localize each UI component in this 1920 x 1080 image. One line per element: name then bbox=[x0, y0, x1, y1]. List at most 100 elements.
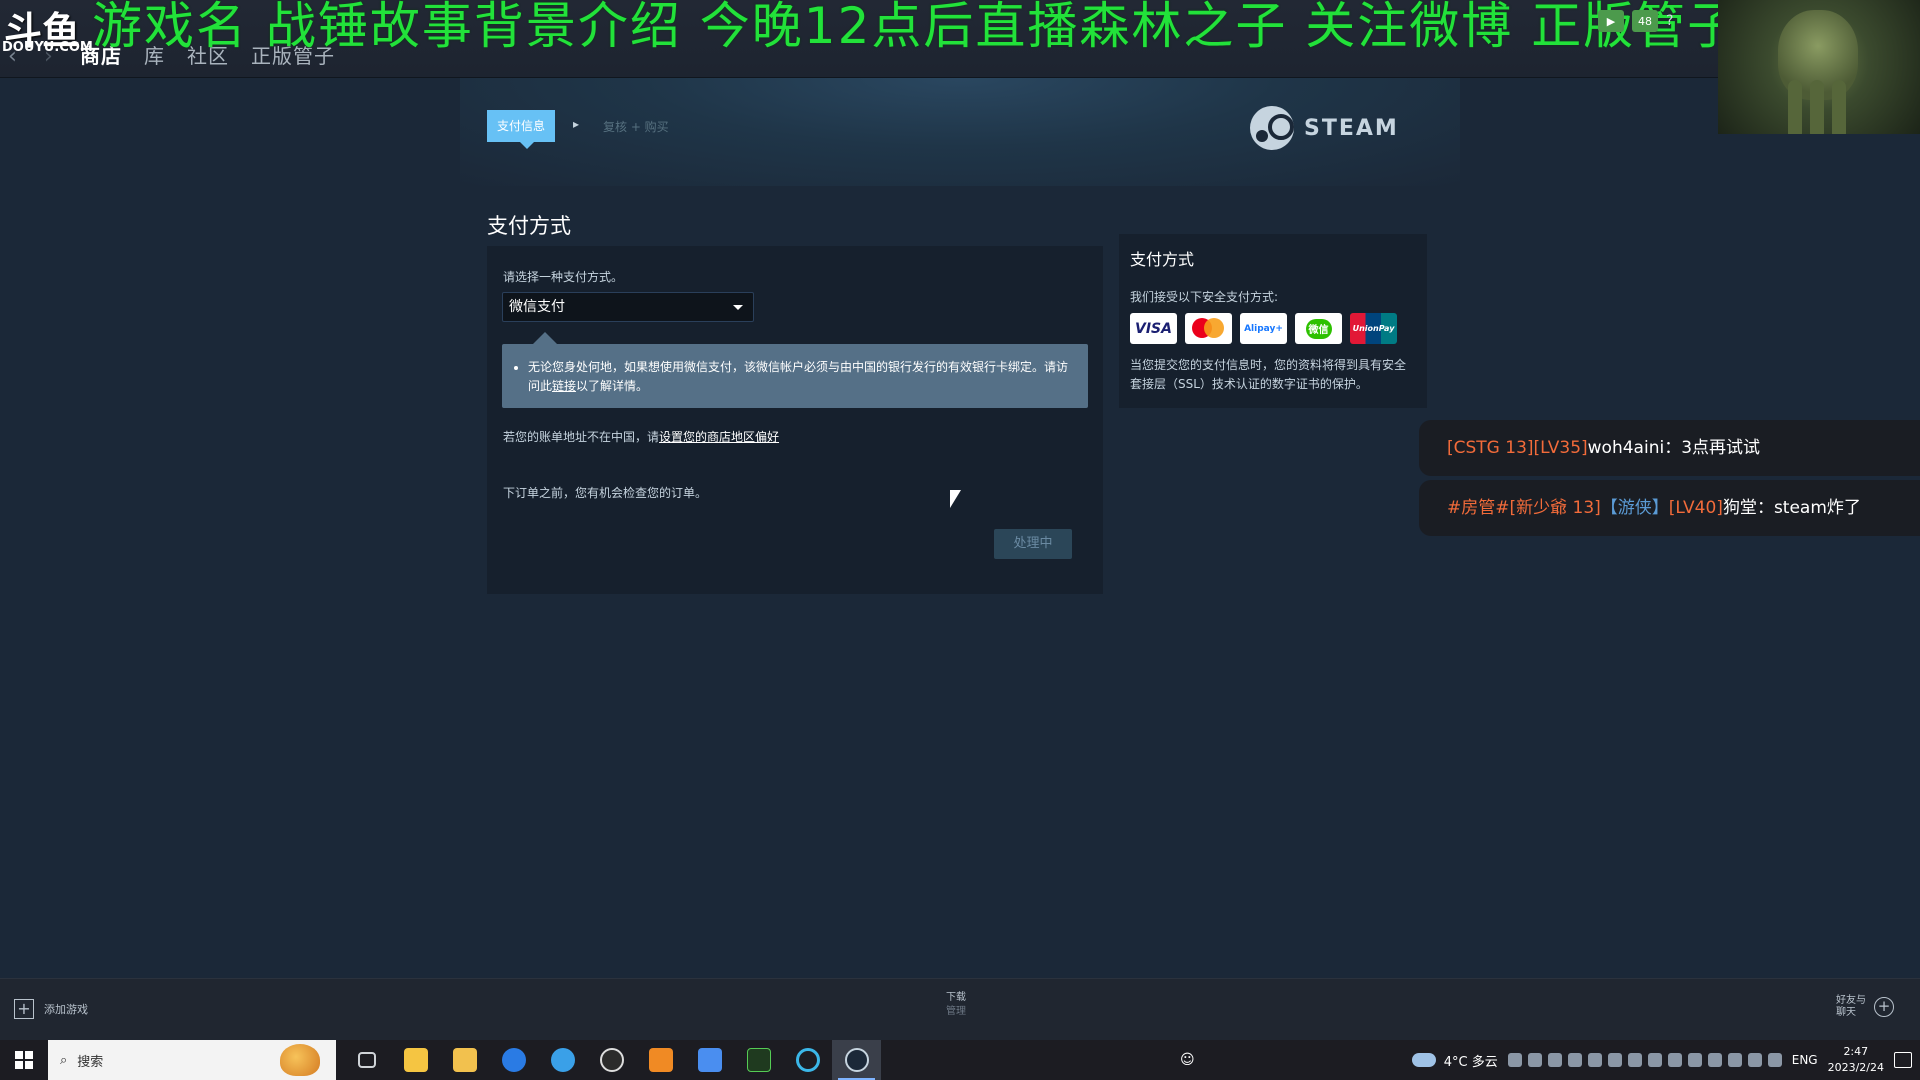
steam-top-icons: ▶ 48 ? bbox=[1598, 10, 1673, 32]
notification-count-icon[interactable]: 48 bbox=[1632, 10, 1658, 32]
tray-app-icon[interactable] bbox=[1567, 1053, 1582, 1067]
steam-wordmark: STEAM bbox=[1304, 115, 1399, 141]
chevron-down-icon bbox=[733, 305, 743, 310]
tray-app-icon[interactable] bbox=[1587, 1053, 1602, 1067]
cloud-icon bbox=[1411, 1053, 1436, 1067]
notification-center-icon[interactable] bbox=[1894, 1052, 1912, 1068]
windows-taskbar: ⌕ 搜索 ☺ 4°C 多云 ENG 2:47 2023/2/24 bbox=[0, 1040, 1920, 1080]
downloads-button[interactable]: 下载 管理 bbox=[946, 991, 966, 1019]
payment-method-select[interactable]: 微信支付 bbox=[502, 292, 754, 322]
tray-app-icon[interactable] bbox=[1527, 1053, 1542, 1067]
notice-link[interactable]: 链接 bbox=[552, 379, 576, 393]
file-explorer-icon[interactable] bbox=[440, 1040, 489, 1080]
app-sticky-notes-icon[interactable] bbox=[391, 1040, 440, 1080]
tray-app-icon[interactable] bbox=[1547, 1053, 1562, 1067]
mouse-cursor-icon bbox=[950, 490, 961, 508]
broadcast-icon[interactable]: ▶ bbox=[1598, 10, 1624, 32]
steam-bottom-bar: + 添加游戏 下载 管理 好友与 聊天 + bbox=[0, 978, 1920, 1040]
friends-label-2: 聊天 bbox=[1836, 1007, 1856, 1018]
alipay-icon: Alipay+ bbox=[1240, 313, 1287, 344]
selected-method: 微信支付 bbox=[509, 299, 565, 315]
payment-card-logos: VISA Alipay+ 微信 UnionPay bbox=[1130, 313, 1416, 344]
processing-button[interactable]: 处理中 bbox=[994, 529, 1072, 559]
step-payment-info: 支付信息 bbox=[487, 110, 556, 142]
ssl-notice: 当您提交您的支付信息时，您的资料将得到具有安全套接层（SSL）技术认证的数字证书… bbox=[1130, 358, 1407, 391]
step-separator-icon: ▸ bbox=[573, 117, 580, 131]
payment-methods-info: 支付方式 我们接受以下安全支付方式: VISA Alipay+ 微信 Union… bbox=[1119, 234, 1427, 408]
side-title: 支付方式 bbox=[1130, 250, 1195, 269]
obs-icon[interactable] bbox=[587, 1040, 636, 1080]
weather-text: 4°C 多云 bbox=[1443, 1054, 1498, 1070]
steam-badge-icon bbox=[1250, 106, 1294, 150]
help-icon[interactable]: ? bbox=[1666, 13, 1673, 29]
region-line: 若您的账单地址不在中国，请设置您的商店地区偏好 bbox=[503, 428, 779, 445]
volume-icon[interactable] bbox=[1767, 1053, 1782, 1067]
microphone-icon[interactable] bbox=[1627, 1053, 1642, 1067]
order-review-text: 下订单之前，您有机会检查您的订单。 bbox=[503, 486, 708, 500]
chat-username: 狗堂 bbox=[1722, 498, 1757, 518]
chat-username: woh4aini bbox=[1587, 438, 1665, 458]
notice-text-after: 以了解详情。 bbox=[576, 379, 649, 393]
taskbar-search[interactable]: ⌕ 搜索 bbox=[48, 1040, 336, 1080]
webcam-tentacle bbox=[1788, 80, 1802, 134]
usb-icon[interactable] bbox=[1747, 1053, 1762, 1067]
region-preference-link[interactable]: 设置您的商店地区偏好 bbox=[659, 430, 779, 444]
taskbar-apps bbox=[342, 1040, 881, 1080]
tray-app-icon[interactable] bbox=[1607, 1053, 1622, 1067]
step-indicator-arrow bbox=[520, 142, 534, 149]
chat-user-tag: 【游侠】 bbox=[1600, 498, 1669, 518]
clock[interactable]: 2:47 2023/2/24 bbox=[1828, 1044, 1884, 1076]
webcam-tentacle bbox=[1832, 80, 1846, 134]
friends-label-1: 好友与 bbox=[1836, 995, 1866, 1006]
start-button[interactable] bbox=[0, 1040, 48, 1080]
streamer-webcam bbox=[1718, 0, 1920, 134]
app-orange-icon[interactable] bbox=[636, 1040, 685, 1080]
downloads-label: 下载 bbox=[946, 992, 966, 1003]
network-icon[interactable] bbox=[1707, 1053, 1722, 1067]
language-indicator[interactable]: ENG bbox=[1792, 1053, 1818, 1067]
visa-icon: VISA bbox=[1130, 313, 1177, 344]
browser-icon[interactable] bbox=[538, 1040, 587, 1080]
payment-select-label: 请选择一种支付方式。 bbox=[503, 270, 624, 284]
task-view-icon[interactable] bbox=[342, 1040, 391, 1080]
tray-app-icon[interactable] bbox=[1687, 1053, 1702, 1067]
mastercard-orange-circle bbox=[1204, 318, 1224, 338]
chat-text: 3点再试试 bbox=[1681, 438, 1761, 458]
downloads-sub-label: 管理 bbox=[946, 1006, 966, 1017]
friends-chat-button[interactable]: 好友与 聊天 + bbox=[1836, 995, 1894, 1019]
windows-logo-icon bbox=[15, 1051, 33, 1069]
steam-taskbar-icon[interactable] bbox=[832, 1040, 881, 1080]
prof-essor-icon[interactable] bbox=[734, 1040, 783, 1080]
app-ring-icon[interactable] bbox=[783, 1040, 832, 1080]
app-k-icon[interactable] bbox=[489, 1040, 538, 1080]
add-game-button[interactable]: + 添加游戏 bbox=[14, 999, 88, 1019]
douyu-domain: DOUYU.COM bbox=[2, 40, 93, 55]
steam-tray-icon[interactable] bbox=[1727, 1053, 1742, 1067]
payment-panel: 请选择一种支付方式。 微信支付 无论您身处何地，如果想使用微信支付，该微信帐户必… bbox=[487, 246, 1103, 594]
add-game-label: 添加游戏 bbox=[44, 1003, 88, 1016]
people-icon[interactable]: ☺ bbox=[1180, 1052, 1195, 1068]
search-placeholder: 搜索 bbox=[77, 1054, 104, 1070]
onedrive-icon[interactable] bbox=[1667, 1053, 1682, 1067]
unionpay-icon: UnionPay bbox=[1350, 313, 1397, 344]
notice-pointer bbox=[533, 332, 557, 344]
wechat-bubble-icon: 微信 bbox=[1305, 318, 1332, 339]
chat-user-level: [LV40] bbox=[1668, 498, 1723, 518]
region-text: 若您的账单地址不在中国，请 bbox=[503, 430, 660, 444]
plus-icon: + bbox=[14, 999, 34, 1019]
clock-date: 2023/2/24 bbox=[1827, 1061, 1884, 1074]
system-tray: 4°C 多云 ENG 2:47 2023/2/24 bbox=[1411, 1040, 1920, 1080]
chat-user-tag: #房管#[新少爺 13] bbox=[1447, 498, 1601, 518]
wechat-notice: 无论您身处何地，如果想使用微信支付，该微信帐户必须与由中国的银行发行的有效银行卡… bbox=[502, 344, 1088, 408]
mastercard-icon bbox=[1185, 313, 1232, 344]
wechat-pay-icon: 微信 bbox=[1295, 313, 1342, 344]
chat-message: #房管#[新少爺 13]【游侠】[LV40]狗堂：steam炸了 bbox=[1419, 480, 1920, 536]
add-friend-icon: + bbox=[1874, 997, 1894, 1017]
steam-logo: STEAM bbox=[1250, 106, 1399, 150]
weather-widget[interactable]: 4°C 多云 bbox=[1411, 1051, 1498, 1070]
step-review-purchase: 复核 + 购买 bbox=[603, 120, 669, 134]
app-bird-icon[interactable] bbox=[685, 1040, 734, 1080]
tray-app-icon[interactable] bbox=[1507, 1053, 1522, 1067]
accepted-methods-text: 我们接受以下安全支付方式: bbox=[1130, 290, 1279, 304]
tray-app-icon[interactable] bbox=[1647, 1053, 1662, 1067]
